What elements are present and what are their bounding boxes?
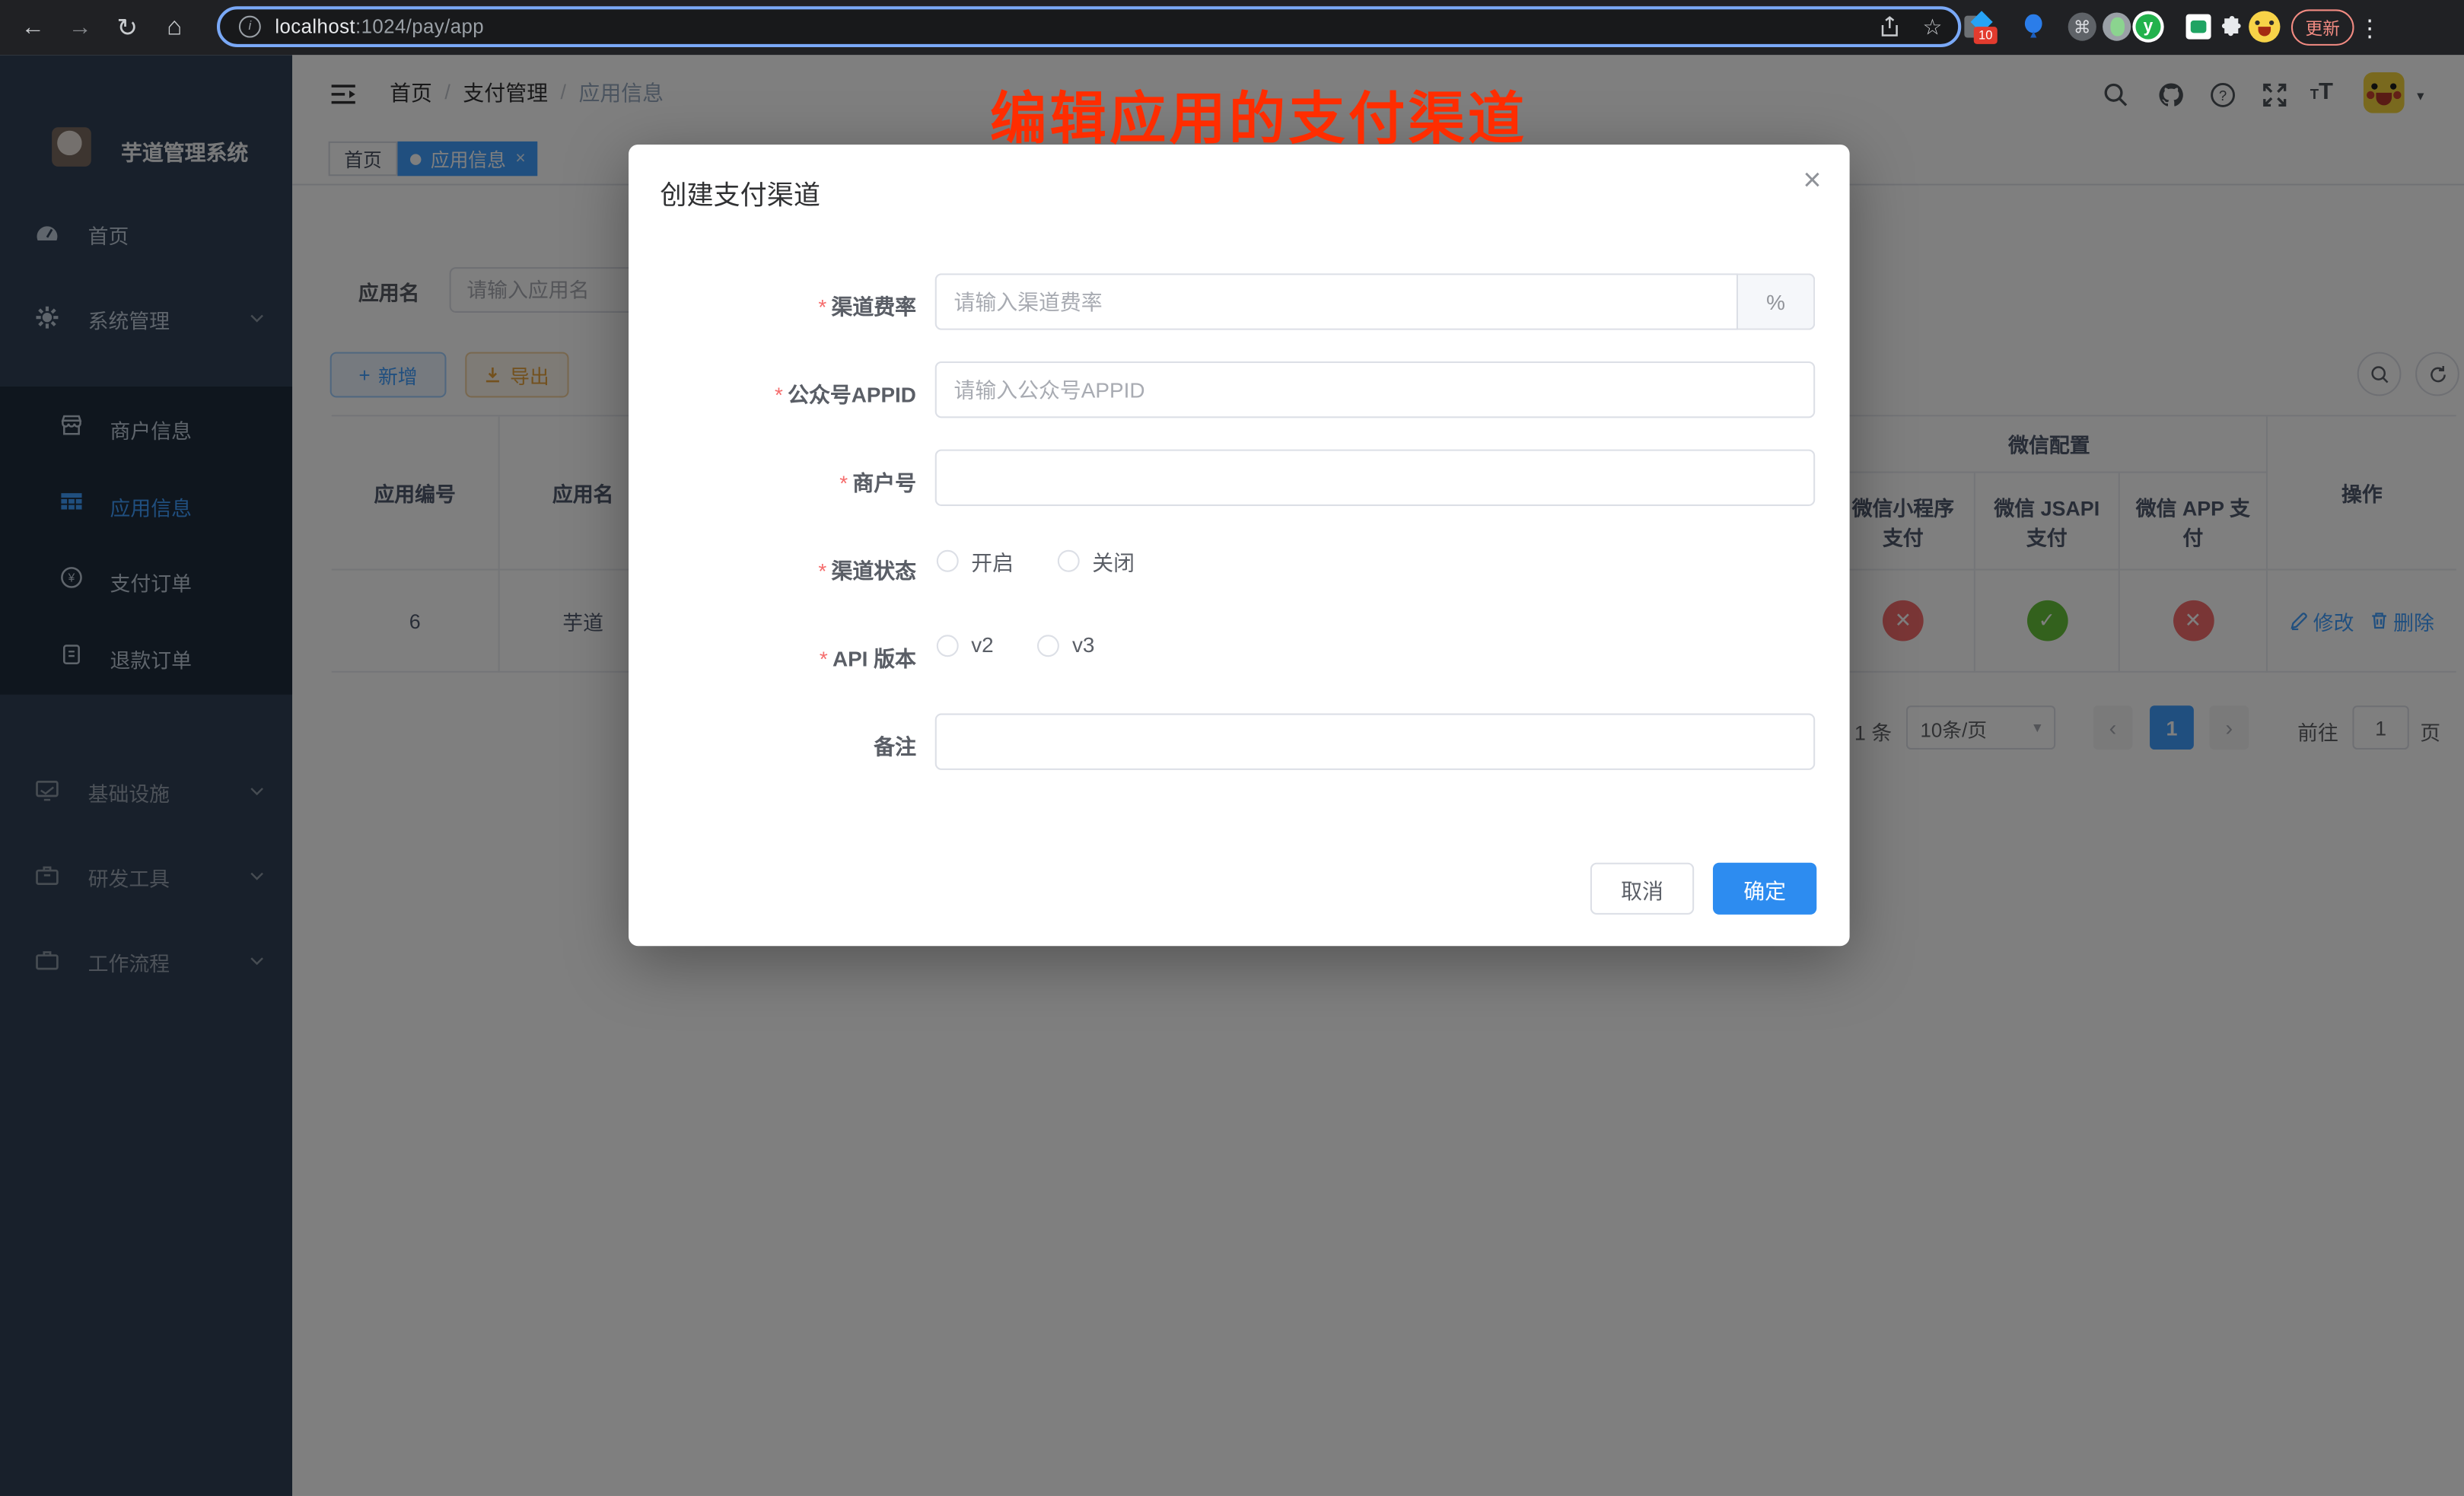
- remark-input[interactable]: [935, 714, 1815, 770]
- merchant-id-input[interactable]: [935, 450, 1815, 506]
- channel-status-radio-group: 开启 关闭: [937, 546, 1135, 577]
- api-version-radio-group: v2 v3: [937, 633, 1095, 657]
- site-info-icon[interactable]: i: [239, 16, 261, 38]
- extensions-puzzle-icon[interactable]: [2216, 11, 2247, 42]
- extension-command-icon[interactable]: ⌘: [2067, 11, 2098, 42]
- annotation-text: 编辑应用的支付渠道: [990, 74, 1527, 155]
- channel-rate-input[interactable]: [935, 273, 1738, 329]
- extension-recorder-icon[interactable]: [2101, 11, 2132, 42]
- url-path: :1024/pay/app: [355, 16, 484, 38]
- browser-update-button[interactable]: 更新: [2291, 9, 2354, 45]
- extension-badge: 10: [1974, 27, 1998, 44]
- cancel-button[interactable]: 取消: [1590, 863, 1694, 915]
- browser-chrome: ← → ↻ ⌂ i localhost:1024/pay/app ☆ 10 ⌘: [0, 0, 2464, 55]
- share-icon[interactable]: [1880, 16, 1901, 38]
- field-label-api-version: *API 版本: [665, 641, 916, 673]
- profile-avatar[interactable]: [2249, 11, 2280, 42]
- create-payment-channel-dialog: 创建支付渠道 × *渠道费率 % *公众号APPID *商户号 *渠道状态 开启…: [629, 145, 1850, 946]
- radio-api-v2[interactable]: v2: [937, 633, 994, 657]
- extension-wallet-icon[interactable]: 10: [1961, 11, 1992, 42]
- field-label-remark: 备注: [665, 729, 916, 760]
- browser-forward-button[interactable]: →: [59, 0, 100, 55]
- field-label-status: *渠道状态: [665, 553, 916, 584]
- official-account-appid-input[interactable]: [935, 361, 1815, 418]
- radio-circle: [937, 634, 959, 656]
- confirm-button[interactable]: 确定: [1713, 863, 1816, 915]
- url-host: localhost: [275, 16, 355, 38]
- dialog-close-icon[interactable]: ×: [1803, 165, 1821, 196]
- field-label-rate: *渠道费率: [665, 289, 916, 320]
- radio-circle: [937, 550, 959, 572]
- address-bar[interactable]: i localhost:1024/pay/app ☆: [217, 6, 1961, 47]
- radio-status-open[interactable]: 开启: [937, 546, 1014, 577]
- field-label-appid: *公众号APPID: [665, 377, 916, 409]
- browser-menu-icon[interactable]: ⋮: [2349, 0, 2390, 55]
- screenshot-root: ← → ↻ ⌂ i localhost:1024/pay/app ☆ 10 ⌘: [0, 0, 2464, 1496]
- field-label-merchant: *商户号: [665, 465, 916, 496]
- radio-circle: [1058, 550, 1080, 572]
- browser-home-button[interactable]: ⌂: [154, 0, 195, 55]
- browser-reload-button[interactable]: ↻: [107, 0, 148, 55]
- url-text[interactable]: localhost:1024/pay/app: [275, 16, 484, 38]
- browser-back-button[interactable]: ←: [13, 0, 54, 55]
- extension-balloon-icon[interactable]: [2018, 11, 2049, 42]
- extension-y-icon[interactable]: y: [2132, 11, 2163, 42]
- bookmark-star-icon[interactable]: ☆: [1923, 14, 1943, 40]
- radio-api-v3[interactable]: v3: [1038, 633, 1095, 657]
- radio-circle: [1038, 634, 1060, 656]
- radio-status-closed[interactable]: 关闭: [1058, 546, 1135, 577]
- dialog-title: 创建支付渠道: [660, 173, 820, 212]
- extension-chat-icon[interactable]: [2182, 11, 2214, 42]
- percent-suffix: %: [1738, 273, 1815, 329]
